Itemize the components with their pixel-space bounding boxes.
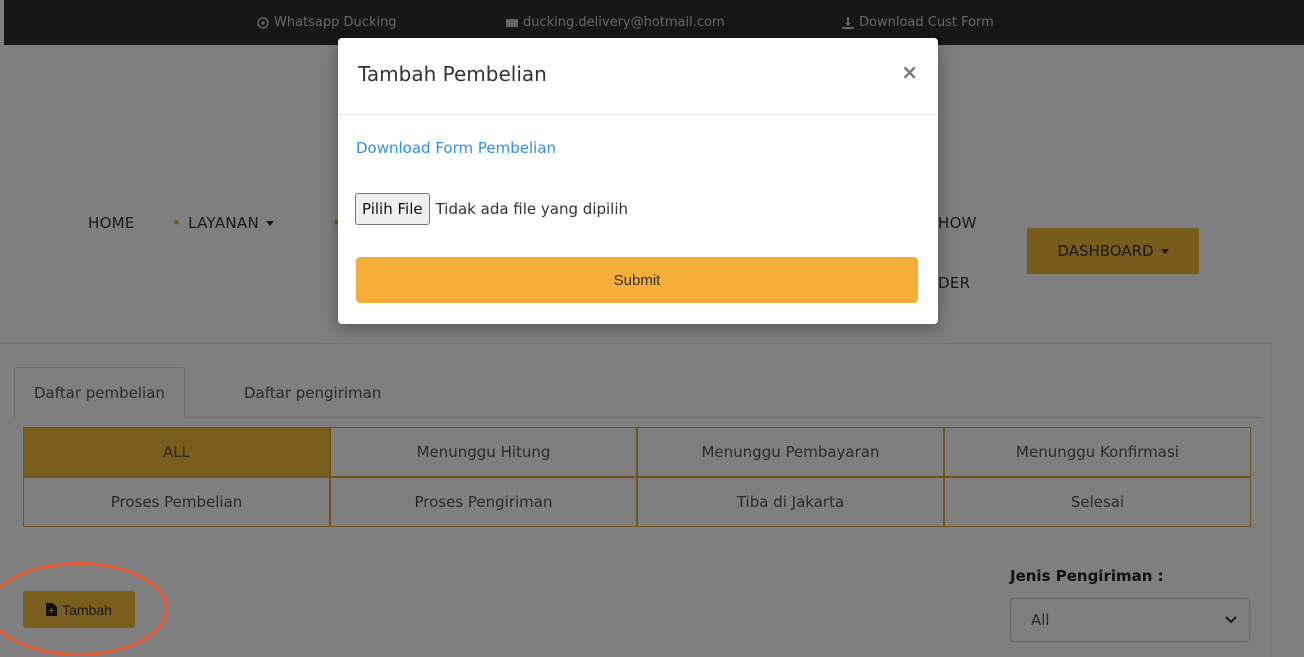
download-form-link[interactable]: Download Form Pembelian	[356, 139, 556, 157]
file-status-text: Tidak ada file yang dipilih	[435, 200, 629, 218]
close-icon[interactable]: ×	[901, 60, 918, 84]
file-input[interactable]: Pilih File Tidak ada file yang dipilih	[355, 193, 628, 225]
modal-title: Tambah Pembelian	[358, 62, 547, 86]
submit-button[interactable]: Submit	[356, 257, 918, 303]
choose-file-button[interactable]: Pilih File	[355, 193, 430, 225]
modal-header: Tambah Pembelian ×	[338, 38, 938, 115]
tambah-pembelian-modal: Tambah Pembelian × Download Form Pembeli…	[338, 38, 938, 324]
